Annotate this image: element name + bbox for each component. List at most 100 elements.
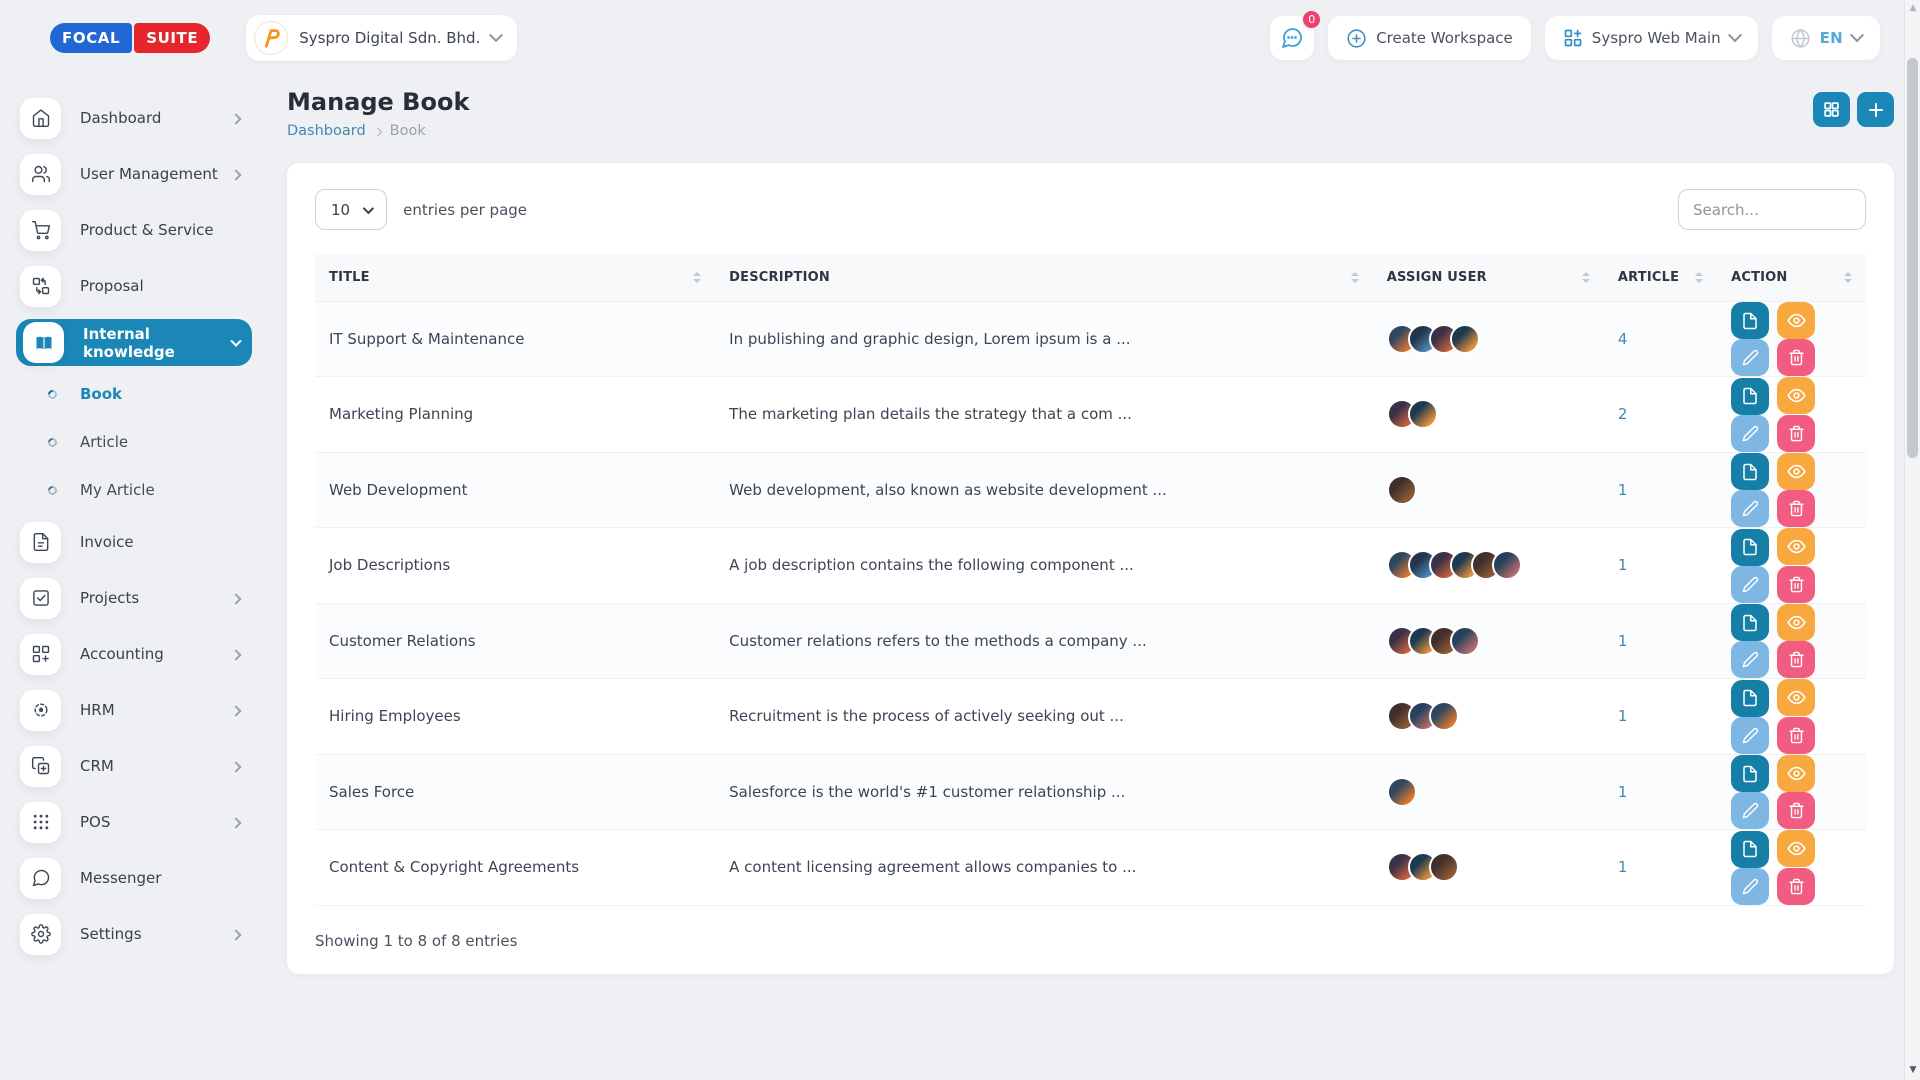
sidebar-item-product-service[interactable]: Product & Service — [20, 202, 252, 258]
workspace-selector[interactable]: Syspro Digital Sdn. Bhd. — [246, 15, 517, 61]
row-view-button[interactable] — [1777, 453, 1815, 490]
chevron-right-icon — [232, 757, 240, 775]
row-edit-button[interactable] — [1731, 415, 1769, 452]
books-table: TITLE DESCRIPTIONASSIGN USERARTICLEACTION… — [315, 254, 1866, 906]
action-cell — [1717, 528, 1866, 604]
book-description: Customer relations refers to the methods… — [715, 603, 1373, 679]
sidebar-item-proposal[interactable]: Proposal — [20, 258, 252, 314]
column-header-assign-user[interactable]: ASSIGN USER — [1373, 254, 1604, 301]
sort-icon — [1687, 272, 1703, 283]
messages-button[interactable]: 0 — [1270, 16, 1314, 60]
row-file-button[interactable] — [1731, 378, 1769, 415]
row-file-button[interactable] — [1731, 302, 1769, 339]
column-header-title[interactable]: TITLE — [315, 254, 715, 301]
column-header-description[interactable]: DESCRIPTION — [715, 254, 1373, 301]
column-label: TITLE — [329, 270, 370, 285]
book-title: Web Development — [315, 452, 715, 528]
avatar — [1408, 399, 1438, 429]
article-count-link[interactable]: 1 — [1618, 556, 1628, 574]
scrollbar-thumb[interactable] — [1907, 58, 1918, 458]
scroll-down-button[interactable]: ▼ — [1905, 1062, 1920, 1078]
row-view-button[interactable] — [1777, 830, 1815, 867]
sort-icon — [1836, 272, 1852, 283]
row-view-button[interactable] — [1777, 302, 1815, 339]
row-file-button[interactable] — [1731, 680, 1769, 717]
column-header-article[interactable]: ARTICLE — [1604, 254, 1717, 301]
sidebar-item-invoice[interactable]: Invoice — [20, 514, 252, 570]
sidebar-item-settings[interactable]: Settings — [20, 906, 252, 962]
book-description: Web development, also known as website d… — [715, 452, 1373, 528]
row-file-button[interactable] — [1731, 831, 1769, 868]
row-delete-button[interactable] — [1777, 415, 1815, 452]
app-selector[interactable]: Syspro Web Main — [1545, 16, 1758, 60]
focal-suite-logo[interactable]: FOCAL SUITE — [50, 23, 210, 53]
add-book-button[interactable] — [1857, 92, 1894, 127]
create-workspace-button[interactable]: Create Workspace — [1328, 16, 1531, 60]
sidebar-subitem-my-article[interactable]: My Article — [20, 466, 262, 514]
sidebar-item-dashboard[interactable]: Dashboard — [20, 90, 252, 146]
bullet-icon — [46, 484, 59, 497]
assigned-users-cell — [1373, 528, 1604, 604]
row-file-button[interactable] — [1731, 604, 1769, 641]
row-file-button[interactable] — [1731, 755, 1769, 792]
row-file-button[interactable] — [1731, 529, 1769, 566]
row-delete-button[interactable] — [1777, 490, 1815, 527]
action-cell — [1717, 452, 1866, 528]
row-view-button[interactable] — [1777, 377, 1815, 414]
proposal-icon — [20, 266, 61, 307]
sidebar-subitem-book[interactable]: Book — [20, 370, 262, 418]
entries-per-page-select[interactable]: 10 — [315, 189, 387, 230]
row-view-button[interactable] — [1777, 528, 1815, 565]
language-selector[interactable]: EN — [1772, 16, 1880, 60]
article-count-link[interactable]: 1 — [1618, 632, 1628, 650]
avatar-group — [1387, 626, 1590, 656]
sidebar-item-crm[interactable]: CRM — [20, 738, 252, 794]
row-file-button[interactable] — [1731, 453, 1769, 490]
article-count-link[interactable]: 2 — [1618, 405, 1628, 423]
sidebar-item-pos[interactable]: POS — [20, 794, 252, 850]
create-workspace-label: Create Workspace — [1376, 29, 1513, 47]
avatar — [1387, 777, 1417, 807]
row-view-button[interactable] — [1777, 679, 1815, 716]
article-count-link[interactable]: 1 — [1618, 707, 1628, 725]
row-delete-button[interactable] — [1777, 792, 1815, 829]
table-row: Content & Copyright AgreementsA content … — [315, 830, 1866, 906]
article-count-cell: 1 — [1604, 679, 1717, 755]
row-edit-button[interactable] — [1731, 641, 1769, 678]
article-count-link[interactable]: 1 — [1618, 783, 1628, 801]
article-count-link[interactable]: 1 — [1618, 858, 1628, 876]
sidebar-item-projects[interactable]: Projects — [20, 570, 252, 626]
row-edit-button[interactable] — [1731, 490, 1769, 527]
sidebar-item-accounting[interactable]: Accounting — [20, 626, 252, 682]
row-delete-button[interactable] — [1777, 717, 1815, 754]
article-count-link[interactable]: 4 — [1618, 330, 1628, 348]
assigned-users-cell — [1373, 603, 1604, 679]
row-edit-button[interactable] — [1731, 566, 1769, 603]
row-view-button[interactable] — [1777, 604, 1815, 641]
scroll-up-button[interactable]: ▲ — [1905, 0, 1920, 16]
sidebar-item-user-management[interactable]: User Management — [20, 146, 252, 202]
row-delete-button[interactable] — [1777, 641, 1815, 678]
row-delete-button[interactable] — [1777, 566, 1815, 603]
search-input[interactable] — [1678, 189, 1866, 230]
grid-view-button[interactable] — [1813, 92, 1850, 127]
row-delete-button[interactable] — [1777, 339, 1815, 376]
breadcrumb-dashboard-link[interactable]: Dashboard — [287, 123, 366, 139]
sidebar-item-label: POS — [80, 813, 232, 831]
row-edit-button[interactable] — [1731, 339, 1769, 376]
action-cell — [1717, 830, 1866, 906]
row-edit-button[interactable] — [1731, 868, 1769, 905]
row-delete-button[interactable] — [1777, 868, 1815, 905]
row-edit-button[interactable] — [1731, 792, 1769, 829]
users-icon — [20, 154, 61, 195]
row-edit-button[interactable] — [1731, 717, 1769, 754]
row-view-button[interactable] — [1777, 755, 1815, 792]
sidebar-subitem-article[interactable]: Article — [20, 418, 262, 466]
article-count-link[interactable]: 1 — [1618, 481, 1628, 499]
sidebar-item-messenger[interactable]: Messenger — [20, 850, 252, 906]
column-header-action[interactable]: ACTION — [1717, 254, 1866, 301]
book-description: A content licensing agreement allows com… — [715, 830, 1373, 906]
sidebar-item-hrm[interactable]: HRM — [20, 682, 252, 738]
sidebar-item-internal-knowledge[interactable]: Internal knowledge — [16, 319, 252, 366]
chevron-right-icon — [232, 701, 240, 719]
